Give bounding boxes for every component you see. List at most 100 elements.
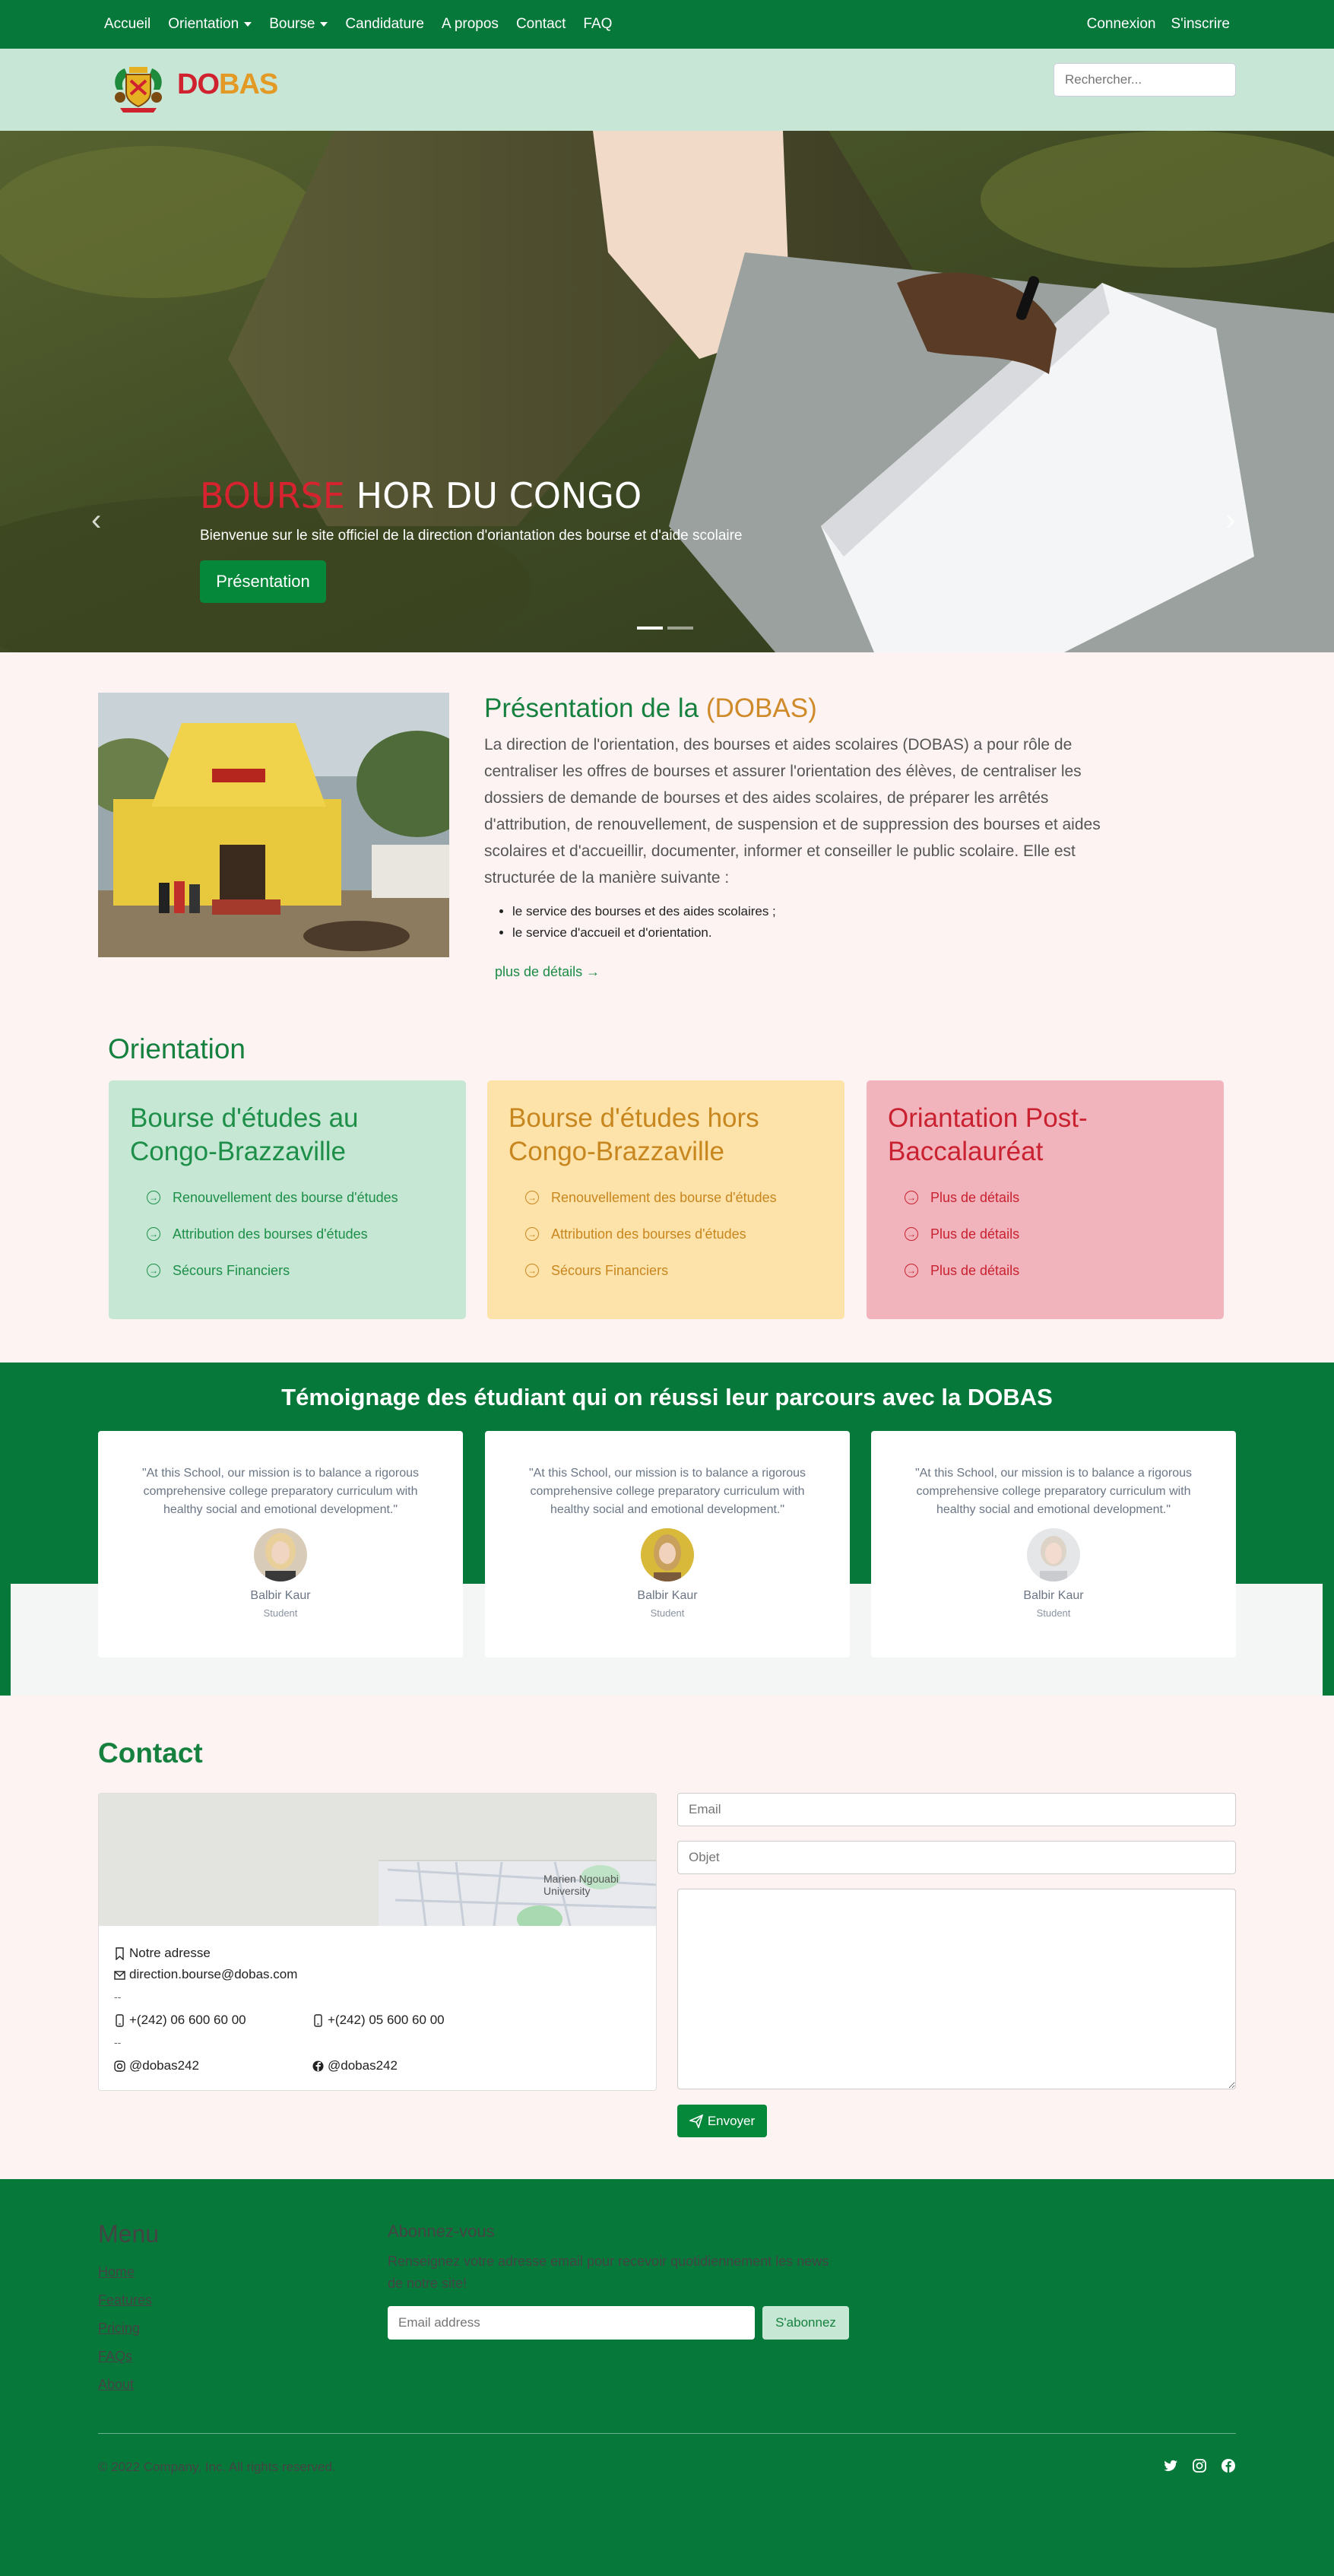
send-icon [689, 2114, 703, 2128]
carousel-next-arrow[interactable]: › [1225, 505, 1235, 535]
card-link-label: Attribution des bourses d'études [173, 1226, 368, 1242]
card-link[interactable]: → Attribution des bourses d'études [147, 1216, 398, 1252]
footer-menu: Home Features Pricing FAQs About [98, 2258, 152, 2399]
search-input[interactable] [1054, 63, 1236, 97]
envelope-icon [114, 1970, 125, 1980]
contact-title: Contact [98, 1737, 203, 1769]
orientation-title: Orientation [108, 1033, 246, 1064]
footer-menu-title: Menu [98, 2220, 160, 2248]
card-title: Bourse d'études hors Congo-Brazzaville [509, 1103, 759, 1166]
card-link-label: Plus de détails [930, 1226, 1020, 1242]
email-text[interactable]: direction.bourse@dobas.com [129, 1967, 297, 1982]
address-text: Notre adresse [129, 1946, 211, 1960]
nav-candidature[interactable]: Candidature [345, 16, 424, 33]
nav-contact[interactable]: Contact [516, 16, 566, 33]
card-link-label: Sécours Financiers [173, 1262, 290, 1278]
map[interactable]: Marien Ngouabi University [99, 1794, 656, 1933]
top-navbar: Accueil Orientation Bourse Candidature A… [0, 0, 1334, 49]
site-footer [0, 2179, 1334, 2576]
footer-social-links [1163, 2458, 1236, 2473]
footer-link-features[interactable]: Features [98, 2286, 152, 2314]
nav-contact-label: Contact [515, 16, 566, 32]
instagram-icon[interactable] [1192, 2458, 1207, 2473]
facebook-text: @dobas242 [328, 2058, 398, 2073]
presentation-title: Présentation de la (DOBAS) [484, 693, 817, 724]
subscribe-title: Abonnez-vous [388, 2222, 495, 2241]
footer-link-about[interactable]: About [98, 2371, 152, 2399]
nav-orientation-label: Orientation [168, 16, 239, 32]
presentation-button[interactable]: Présentation [200, 560, 326, 603]
arrow-circle-icon: → [905, 1264, 918, 1277]
facebook-icon[interactable] [1221, 2458, 1236, 2473]
testimonial-role: Student [1036, 1607, 1071, 1619]
signup-link[interactable]: S'inscrire [1171, 16, 1230, 33]
auth-links: Connexion S'inscrire [1087, 0, 1230, 49]
facebook-line[interactable]: @dobas242 [312, 2058, 398, 2073]
nav-a-propos[interactable]: A propos [442, 16, 499, 33]
brand-name[interactable]: DOBAS [177, 68, 278, 101]
separator: -- [114, 1991, 122, 2003]
carousel-indicator-2[interactable] [667, 627, 693, 630]
subscribe-button[interactable]: S'abonnez [762, 2306, 849, 2340]
instagram-icon [114, 2060, 125, 2072]
card-title: Bourse d'études au Congo-Brazzaville [130, 1103, 359, 1166]
contact-info-card: Marien Ngouabi University Notre adresse … [98, 1793, 657, 2091]
arrow-circle-icon: → [147, 1264, 160, 1277]
footer-link-home[interactable]: Home [98, 2258, 152, 2286]
card-link[interactable]: → Plus de détails [905, 1179, 1019, 1216]
footer-link-pricing[interactable]: Pricing [98, 2314, 152, 2343]
footer-link-faqs[interactable]: FAQs [98, 2343, 152, 2371]
testimonial-quote: "At this School, our mission is to balan… [914, 1467, 1193, 1516]
brand-do: DO [177, 68, 220, 100]
login-link[interactable]: Connexion [1087, 16, 1156, 33]
nav-accueil-label: Accueil [104, 16, 151, 32]
card-link[interactable]: → Sécours Financiers [147, 1252, 398, 1289]
twitter-icon[interactable] [1163, 2458, 1178, 2473]
message-field[interactable] [677, 1889, 1236, 2089]
presentation-title-org: (DOBAS) [705, 693, 817, 723]
nav-faq[interactable]: FAQ [583, 16, 612, 33]
card-link[interactable]: → Sécours Financiers [525, 1252, 777, 1289]
carousel-indicator-1[interactable] [637, 627, 663, 630]
subject-field[interactable] [677, 1841, 1236, 1874]
coat-of-arms-logo[interactable] [109, 59, 167, 117]
arrow-circle-icon: → [525, 1227, 539, 1241]
testimonial-role: Student [263, 1607, 298, 1619]
carousel-prev-arrow[interactable]: ‹ [91, 505, 101, 535]
card-link-label: Sécours Financiers [551, 1262, 669, 1278]
card-title: Oriantation Post-Baccalauréat [888, 1103, 1088, 1166]
card-links: → Plus de détails → Plus de détails → Plus … [905, 1179, 1019, 1289]
arrow-circle-icon: → [525, 1191, 539, 1204]
card-link-label: Plus de détails [930, 1189, 1020, 1205]
more-details-link[interactable]: plus de détails → [495, 964, 600, 980]
card-links: → Renouvellement des bourse d'études → Att… [147, 1179, 398, 1289]
phone-text: +(242) 06 600 60 00 [129, 2013, 246, 2027]
hero-title-white: HOR DU CONGO [344, 475, 642, 516]
presentation-text: La direction de l'orientation, des bours… [484, 736, 1101, 887]
newsletter-email-input[interactable] [388, 2306, 755, 2340]
nav-bourse-dropdown[interactable]: Bourse [269, 16, 328, 33]
card-link[interactable]: → Plus de détails [905, 1252, 1019, 1289]
send-label: Envoyer [707, 2113, 756, 2128]
phone-text: +(242) 05 600 60 00 [328, 2013, 445, 2027]
send-button[interactable]: Envoyer [677, 2105, 767, 2137]
avatar [641, 1528, 694, 1581]
card-link[interactable]: → Renouvellement des bourse d'études [147, 1179, 398, 1216]
phone-icon [314, 2013, 322, 2027]
copyright: © 2022 Company, Inc. All rights reserved… [98, 2460, 336, 2474]
testimonial-card: "At this School, our mission is to balan… [485, 1431, 850, 1658]
nav-accueil[interactable]: Accueil [104, 16, 151, 33]
email-field[interactable] [677, 1793, 1236, 1826]
instagram-line[interactable]: @dobas242 [114, 2058, 199, 2073]
nav-orientation-dropdown[interactable]: Orientation [168, 16, 252, 33]
more-details-label: plus de détails [495, 964, 583, 979]
instagram-text: @dobas242 [129, 2058, 199, 2073]
arrow-circle-icon: → [905, 1191, 918, 1204]
card-link[interactable]: → Renouvellement des bourse d'études [525, 1179, 777, 1216]
card-link-label: Renouvellement des bourse d'études [551, 1189, 777, 1205]
card-link-label: Renouvellement des bourse d'études [173, 1189, 398, 1205]
hero-subtitle: Bienvenue sur le site officiel de la dir… [200, 528, 743, 544]
hero-title-red: BOURSE [200, 475, 345, 516]
card-link[interactable]: → Attribution des bourses d'études [525, 1216, 777, 1252]
card-link[interactable]: → Plus de détails [905, 1216, 1019, 1252]
